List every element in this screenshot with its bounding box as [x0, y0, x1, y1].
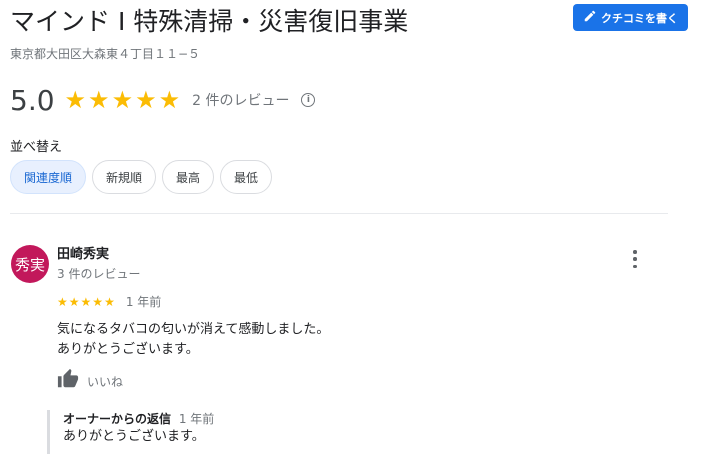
write-review-button[interactable]: クチコミを書く: [573, 4, 688, 31]
owner-reply-title: オーナーからの返信: [63, 412, 172, 426]
star-icon: ★: [88, 86, 110, 114]
sort-chip-newest[interactable]: 新規順: [92, 160, 157, 194]
review-text-line: ありがとうございます。: [57, 342, 199, 357]
reviewer-review-count: 3 件のレビュー: [57, 267, 141, 281]
like-label: いいね: [87, 374, 124, 389]
avatar[interactable]: 秀実: [11, 245, 49, 283]
owner-reply-date: 1 年前: [178, 412, 215, 426]
sort-label: 並べ替え: [10, 140, 63, 155]
review-count: 2 件のレビュー: [192, 93, 290, 109]
sort-chip-highest[interactable]: 最高: [162, 160, 215, 194]
star-icon: ★: [158, 86, 181, 114]
star-icon: ★: [104, 294, 115, 309]
review-stars: ★ ★ ★ ★ ★ 1 年前: [57, 293, 161, 310]
star-icon: ★: [111, 86, 134, 114]
star-icon: ★: [80, 294, 92, 309]
owner-reply: オーナーからの返信 1 年前 ありがとうございます。: [47, 410, 547, 454]
star-icon: ★: [57, 294, 68, 309]
pencil-icon: [583, 9, 597, 26]
sort-chip-lowest[interactable]: 最低: [220, 160, 273, 194]
info-icon[interactable]: i: [301, 93, 316, 107]
sort-chip-relevance[interactable]: 関連度順: [10, 160, 87, 194]
review-date: 1 年前: [125, 295, 162, 309]
sort-chips: 関連度順 新規順 最高 最低: [10, 160, 273, 194]
review-text-line: 気になるタバコの匂いが消えて感動しました。: [57, 322, 330, 337]
star-icon: ★: [92, 294, 104, 309]
rating-summary: 5.0 ★ ★ ★ ★ ★ 2 件のレビュー i: [10, 82, 316, 118]
divider: [10, 213, 668, 214]
like-button[interactable]: いいね: [57, 368, 123, 394]
more-vert-icon[interactable]: [628, 250, 642, 268]
reviewer-name[interactable]: 田崎秀実: [57, 243, 109, 262]
star-icon: ★: [135, 86, 157, 114]
review-text: 気になるタバコの匂いが消えて感動しました。 ありがとうございます。: [57, 320, 329, 360]
rating-stars: ★ ★ ★ ★ ★: [65, 88, 181, 112]
star-icon: ★: [68, 294, 80, 309]
write-review-label: クチコミを書く: [601, 11, 678, 25]
reviews-panel: マインド I 特殊清掃・災害復旧事業 クチコミを書く 東京都大田区大森東４丁目１…: [0, 0, 717, 472]
thumbs-up-icon: [57, 368, 79, 394]
business-title: マインド I 特殊清掃・災害復旧事業: [10, 7, 409, 36]
business-address: 東京都大田区大森東４丁目１１−５: [10, 47, 201, 61]
star-icon: ★: [64, 86, 87, 114]
owner-reply-text: ありがとうございます。: [63, 429, 205, 444]
rating-score: 5.0: [10, 83, 55, 117]
